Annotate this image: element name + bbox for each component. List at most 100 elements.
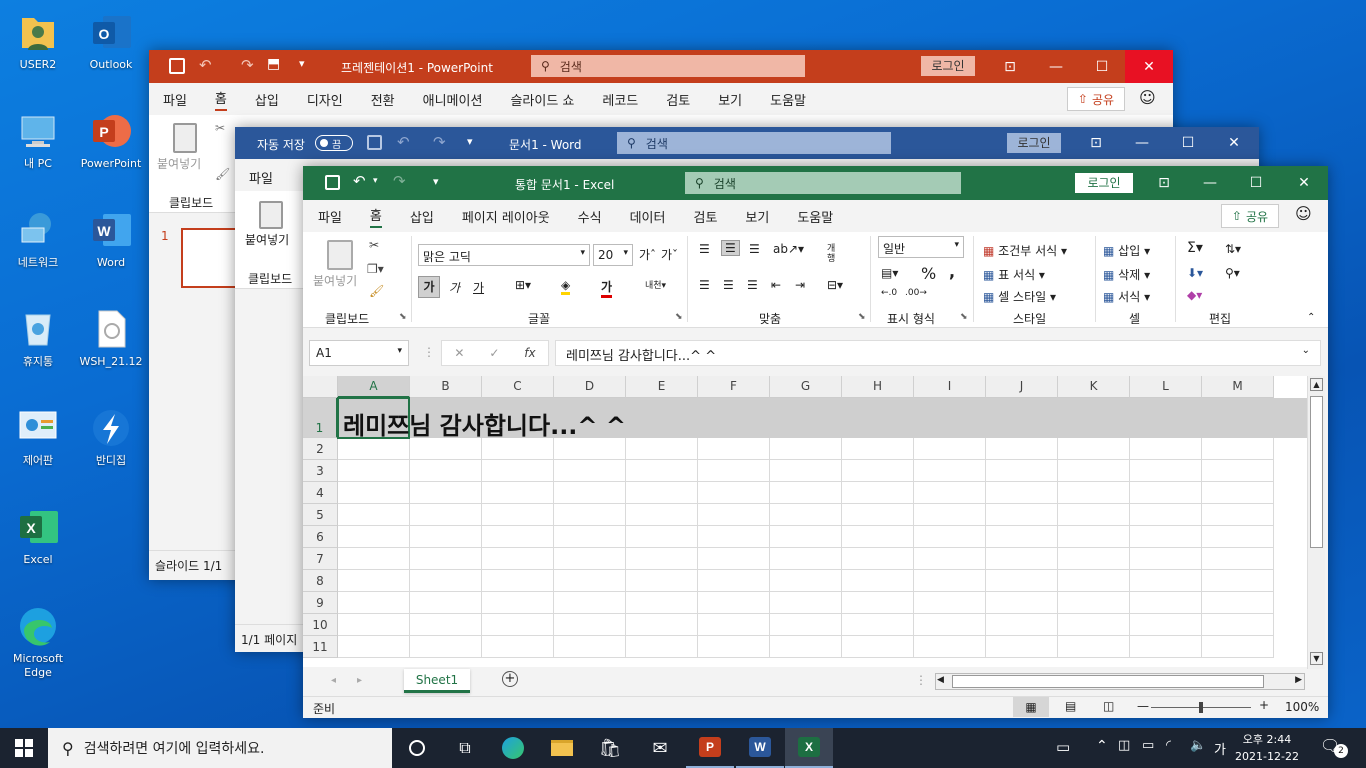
volume-icon[interactable]: 🔈 [1190, 738, 1206, 753]
cell-B6[interactable] [410, 526, 482, 548]
fill-icon[interactable]: ⬇▾ [1187, 266, 1203, 280]
enter-icon[interactable]: ✓ [489, 346, 499, 360]
tab-home[interactable]: 홈 [214, 88, 227, 111]
copy-icon[interactable]: ❐▾ [367, 262, 384, 276]
row-header-4[interactable]: 4 [303, 482, 338, 504]
border-icon[interactable]: ⊞▾ [515, 278, 531, 292]
cell-L8[interactable] [1130, 570, 1202, 592]
zoom-in-icon[interactable]: + [1259, 698, 1269, 712]
tab-animations[interactable]: 애니메이션 [423, 90, 483, 109]
desktop-icon-control-panel[interactable]: 제어판 [0, 404, 76, 468]
save-icon[interactable] [169, 58, 185, 74]
dialog-launcher-icon[interactable]: ⬊ [675, 312, 683, 322]
cancel-icon[interactable]: ✕ [454, 346, 464, 360]
cell-G10[interactable] [770, 614, 842, 636]
cell-A7[interactable] [338, 548, 410, 570]
cell-L3[interactable] [1130, 460, 1202, 482]
cell-E8[interactable] [626, 570, 698, 592]
meet-now-icon[interactable]: ◫ [1118, 738, 1130, 753]
row-header-8[interactable]: 8 [303, 570, 338, 592]
dialog-launcher-icon[interactable]: ⬊ [399, 312, 407, 322]
cell-I2[interactable] [914, 438, 986, 460]
align-center-icon[interactable]: ☰ [723, 278, 734, 292]
tab-formulas[interactable]: 수식 [578, 207, 602, 226]
cell-B8[interactable] [410, 570, 482, 592]
underline-button[interactable]: 가 [473, 279, 484, 296]
cell-F10[interactable] [698, 614, 770, 636]
cell-M11[interactable] [1202, 636, 1274, 658]
table-format-button[interactable]: ▦ 표 서식 ▾ [983, 266, 1045, 283]
scroll-down-icon[interactable]: ▼ [1310, 652, 1323, 665]
autosum-icon[interactable]: Σ▾ [1187, 240, 1203, 256]
cut-icon[interactable]: ✂ [215, 121, 225, 135]
cell-I11[interactable] [914, 636, 986, 658]
login-button[interactable]: 로그인 [1007, 133, 1061, 153]
cell-H8[interactable] [842, 570, 914, 592]
font-color-icon[interactable]: 가 [601, 278, 613, 298]
cell-B2[interactable] [410, 438, 482, 460]
normal-view-icon[interactable]: ▦ [1013, 697, 1049, 717]
font-size-select[interactable]: 20 ▾ [593, 244, 633, 266]
cell-F2[interactable] [698, 438, 770, 460]
desktop-icon-my-pc[interactable]: 내 PC [0, 107, 76, 171]
cell-B5[interactable] [410, 504, 482, 526]
cell-G8[interactable] [770, 570, 842, 592]
comma-icon[interactable]: , [949, 262, 955, 281]
cell-C3[interactable] [482, 460, 554, 482]
maximize-button[interactable]: ☐ [1079, 50, 1125, 83]
redo-icon[interactable]: ↷ [241, 56, 254, 74]
cell-K5[interactable] [1058, 504, 1130, 526]
desktop-icon-network[interactable]: 네트워크 [0, 206, 76, 270]
cell-D2[interactable] [554, 438, 626, 460]
login-button[interactable]: 로그인 [921, 56, 975, 76]
cell-A8[interactable] [338, 570, 410, 592]
align-left-icon[interactable]: ☰ [699, 278, 710, 292]
page-layout-view-icon[interactable]: ▤ [1065, 699, 1076, 713]
cell-J2[interactable] [986, 438, 1058, 460]
undo-dropdown-icon[interactable]: ▾ [373, 176, 378, 186]
column-header-H[interactable]: H [842, 376, 914, 398]
cell-E4[interactable] [626, 482, 698, 504]
cell-K9[interactable] [1058, 592, 1130, 614]
row-header-10[interactable]: 10 [303, 614, 338, 636]
paste-label[interactable]: 붙여넣기 [245, 231, 289, 248]
align-top-icon[interactable]: ☰ [699, 242, 710, 256]
dialog-launcher-icon[interactable]: ⬊ [960, 312, 968, 322]
paste-icon[interactable] [173, 123, 197, 153]
cell-M10[interactable] [1202, 614, 1274, 636]
cell-D6[interactable] [554, 526, 626, 548]
desktop-icon-edge[interactable]: Microsoft Edge [0, 602, 76, 680]
row-header-6[interactable]: 6 [303, 526, 338, 548]
cell-E10[interactable] [626, 614, 698, 636]
cell-I5[interactable] [914, 504, 986, 526]
tab-insert[interactable]: 삽입 [255, 90, 279, 109]
row-header-5[interactable]: 5 [303, 504, 338, 526]
redo-icon[interactable]: ↷ [393, 172, 406, 190]
cell-M5[interactable] [1202, 504, 1274, 526]
smiley-icon[interactable]: ☺ [1139, 88, 1156, 107]
desktop-icon-bandizip[interactable]: 반디집 [73, 404, 149, 468]
cell-C10[interactable] [482, 614, 554, 636]
cell-M8[interactable] [1202, 570, 1274, 592]
decrease-decimal-icon[interactable]: .00→ [905, 288, 927, 298]
taskbar-excel[interactable]: X [785, 728, 833, 768]
cell-L10[interactable] [1130, 614, 1202, 636]
tab-home[interactable]: 홈 [369, 205, 382, 228]
cell-B10[interactable] [410, 614, 482, 636]
tab-slideshow[interactable]: 슬라이드 쇼 [510, 90, 574, 109]
taskbar-file-explorer[interactable] [538, 728, 586, 768]
tab-help[interactable]: 도움말 [797, 207, 833, 226]
cell-L2[interactable] [1130, 438, 1202, 460]
cell-C2[interactable] [482, 438, 554, 460]
column-header-J[interactable]: J [986, 376, 1058, 398]
cell-F8[interactable] [698, 570, 770, 592]
format-painter-icon[interactable]: 🖌 [369, 284, 384, 298]
tab-file[interactable]: 파일 [249, 168, 273, 187]
cell-E7[interactable] [626, 548, 698, 570]
row-header-2[interactable]: 2 [303, 438, 338, 460]
tab-data[interactable]: 데이터 [630, 207, 666, 226]
tab-file[interactable]: 파일 [318, 207, 342, 226]
cell-M3[interactable] [1202, 460, 1274, 482]
start-button[interactable] [0, 728, 48, 768]
row-header-3[interactable]: 3 [303, 460, 338, 482]
